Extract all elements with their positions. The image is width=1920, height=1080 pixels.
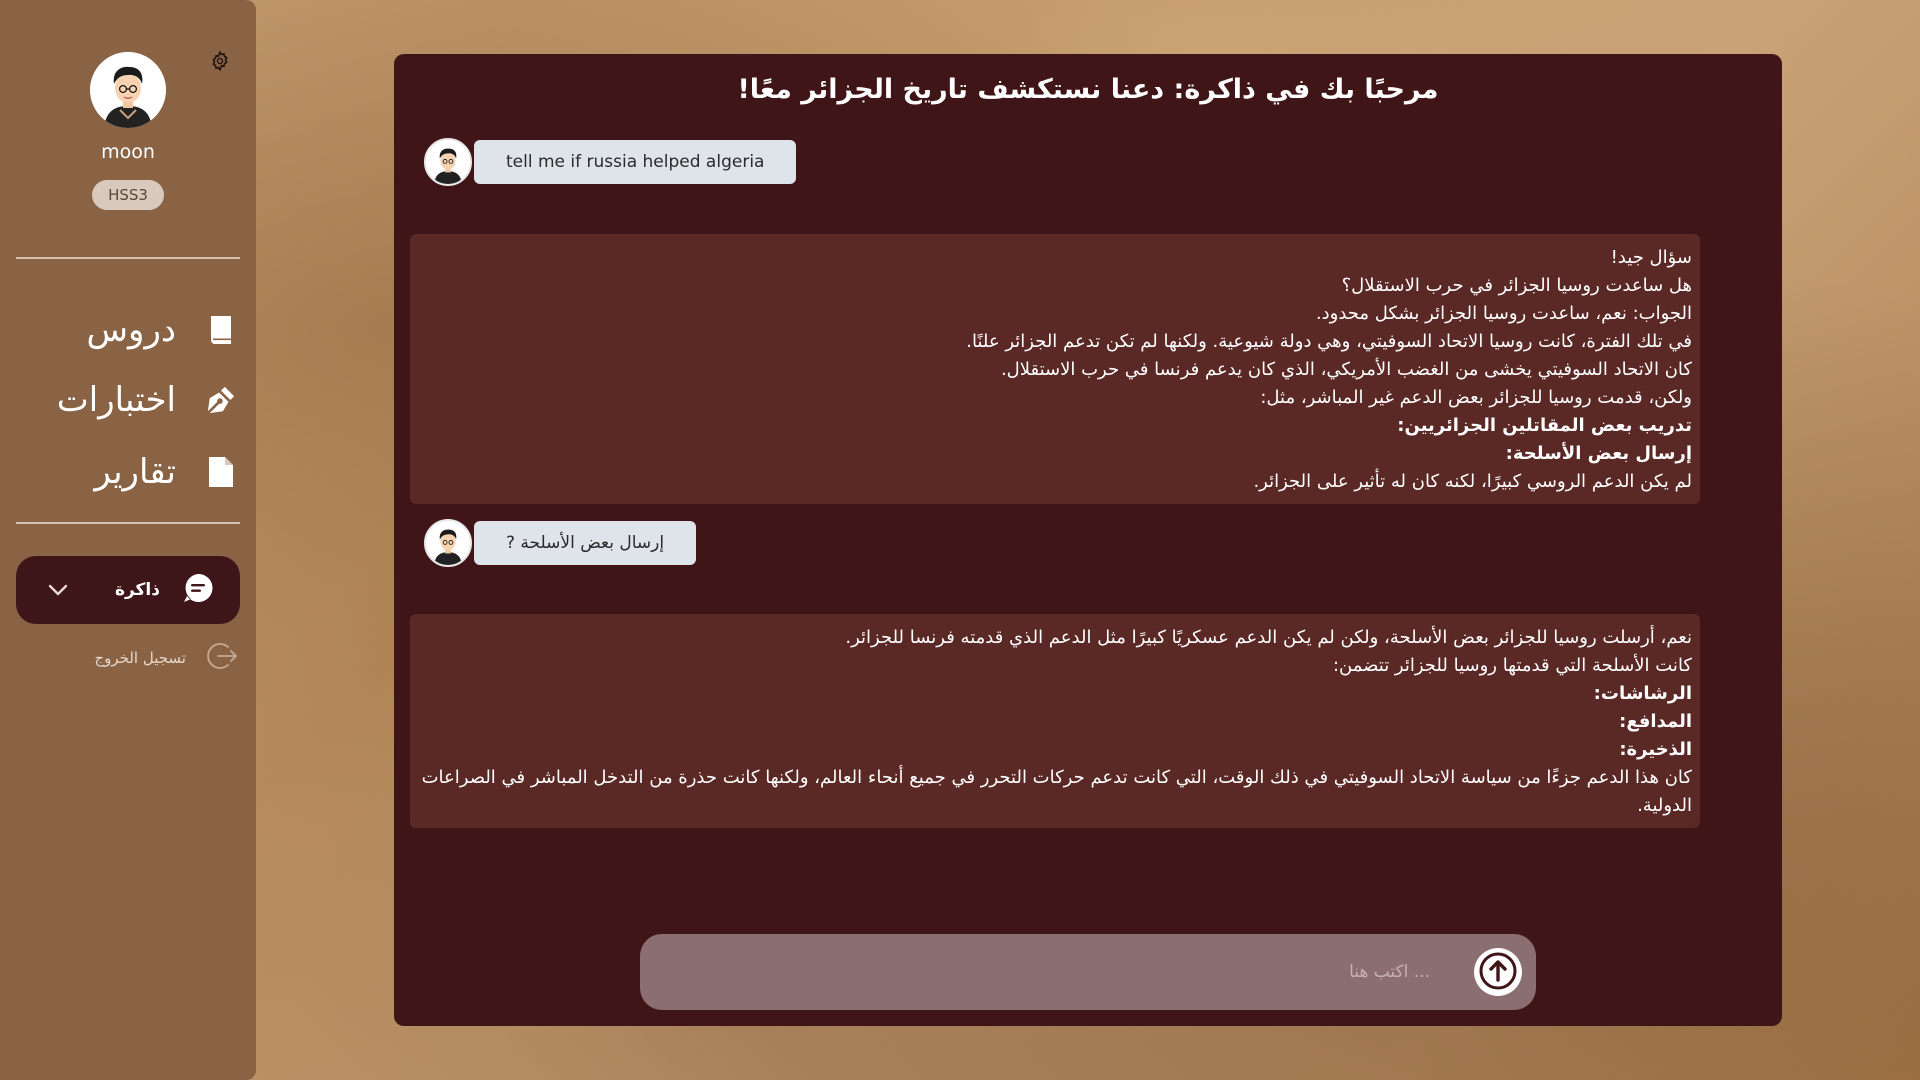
- username: moon: [101, 141, 155, 163]
- message-composer: [640, 934, 1536, 1010]
- bot-message: نعم، أرسلت روسيا للجزائر بعض الأسلحة، ول…: [410, 614, 1700, 828]
- message-line: سؤال جيد!: [1610, 247, 1692, 268]
- nav-item-quizzes[interactable]: اختبارات: [16, 374, 240, 426]
- user-message-text: tell me if russia helped algeria: [474, 140, 797, 184]
- avatar: [424, 519, 472, 567]
- logout-label: تسجيل الخروج: [94, 649, 186, 667]
- nav-item-label: اختبارات: [56, 380, 176, 420]
- chat-bubble-icon: [182, 572, 214, 608]
- message-line: في تلك الفترة، كانت روسيا الاتحاد السوفي…: [966, 331, 1692, 352]
- chat-dropdown[interactable]: ذاكرة: [16, 556, 240, 624]
- avatar[interactable]: [90, 52, 166, 128]
- gear-icon[interactable]: [209, 50, 231, 72]
- user-message: إرسال بعض الأسلحة ?: [424, 519, 697, 567]
- pen-nib-icon: [206, 383, 236, 417]
- user-message-text: إرسال بعض الأسلحة ?: [474, 521, 697, 565]
- message-line-bold: المدافع:: [1619, 711, 1692, 732]
- avatar: [424, 138, 472, 186]
- logout-icon: [206, 639, 240, 677]
- message-line: لم يكن الدعم الروسي كبيرًا، لكنه كان له …: [1253, 471, 1692, 492]
- send-button[interactable]: [1474, 948, 1522, 996]
- chat-panel: مرحبًا بك في ذاكرة: دعنا نستكشف تاريخ ال…: [394, 54, 1782, 1026]
- divider: [16, 257, 240, 259]
- logout-button[interactable]: تسجيل الخروج: [16, 640, 240, 676]
- class-badge: HSS3: [92, 180, 164, 210]
- message-line-bold: الذخيرة:: [1619, 739, 1692, 760]
- message-line: كان الاتحاد السوفيتي يخشى من الغضب الأمر…: [1000, 359, 1692, 380]
- message-line: كان هذا الدعم جزءًا من سياسة الاتحاد الس…: [421, 767, 1692, 816]
- file-icon: [206, 455, 236, 489]
- chat-label: ذاكرة: [114, 580, 160, 600]
- arrow-up-icon: [1478, 951, 1518, 994]
- sidebar: moon HSS3 دروس اختبارات تقارير ذاكرة تسج…: [0, 0, 256, 1080]
- user-message: tell me if russia helped algeria: [424, 138, 797, 186]
- message-line-bold: تدريب بعض المقاتلين الجزائريين:: [1397, 415, 1692, 436]
- message-line: ولكن، قدمت روسيا للجزائر بعض الدعم غير ا…: [1260, 387, 1692, 408]
- message-line: نعم، أرسلت روسيا للجزائر بعض الأسلحة، ول…: [845, 627, 1692, 648]
- divider: [16, 522, 240, 524]
- message-input[interactable]: [660, 948, 1440, 996]
- nav-item-label: تقارير: [94, 452, 176, 492]
- nav-item-lessons[interactable]: دروس: [16, 304, 240, 356]
- book-icon: [206, 313, 236, 347]
- message-line: الجواب: نعم، ساعدت روسيا الجزائر بشكل مح…: [1315, 303, 1692, 324]
- nav-item-reports[interactable]: تقارير: [16, 446, 240, 498]
- message-line-bold: إرسال بعض الأسلحة:: [1505, 443, 1692, 464]
- chevron-down-icon[interactable]: [48, 581, 68, 600]
- nav-item-label: دروس: [86, 310, 176, 350]
- message-line-bold: الرشاشات:: [1593, 683, 1692, 704]
- message-line: كانت الأسلحة التي قدمتها روسيا للجزائر ت…: [1332, 655, 1692, 676]
- page-title: مرحبًا بك في ذاكرة: دعنا نستكشف تاريخ ال…: [737, 74, 1439, 105]
- bot-message: سؤال جيد! هل ساعدت روسيا الجزائر في حرب …: [410, 234, 1700, 504]
- message-line: هل ساعدت روسيا الجزائر في حرب الاستقلال؟: [1341, 275, 1692, 296]
